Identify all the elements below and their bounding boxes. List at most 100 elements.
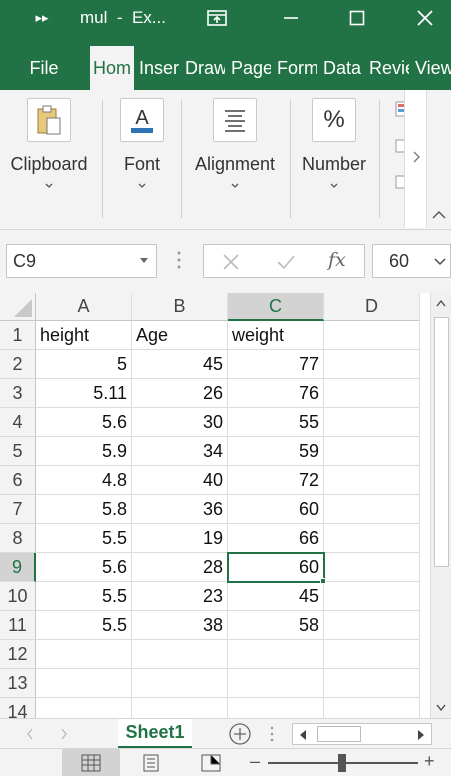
cell-c2[interactable]: 77: [228, 350, 324, 379]
next-sheet-icon[interactable]: [60, 728, 68, 740]
row-header-2[interactable]: 2: [0, 350, 36, 379]
column-header-d[interactable]: D: [324, 293, 420, 321]
cancel-x-icon[interactable]: [222, 253, 240, 271]
row-header-4[interactable]: 4: [0, 408, 36, 437]
row-header-12[interactable]: 12: [0, 640, 36, 669]
cell-c1[interactable]: weight: [228, 321, 324, 350]
cell-c14[interactable]: [228, 698, 324, 718]
minimize-button[interactable]: [274, 0, 308, 36]
quick-access-menu[interactable]: ▸▸: [28, 0, 56, 36]
cell-a6[interactable]: 4.8: [36, 466, 132, 495]
cell-c12[interactable]: [228, 640, 324, 669]
cell-b6[interactable]: 40: [132, 466, 228, 495]
cell-d1[interactable]: [324, 321, 420, 350]
tab-formulas[interactable]: Form: [275, 46, 317, 90]
cell-d14[interactable]: [324, 698, 420, 718]
prev-sheet-icon[interactable]: [26, 728, 34, 740]
cell-b14[interactable]: [132, 698, 228, 718]
cell-b12[interactable]: [132, 640, 228, 669]
more-options-icon[interactable]: [176, 250, 182, 270]
cell-a8[interactable]: 5.5: [36, 524, 132, 553]
row-header-8[interactable]: 8: [0, 524, 36, 553]
fill-handle[interactable]: [320, 578, 326, 584]
cell-a11[interactable]: 5.5: [36, 611, 132, 640]
cell-d5[interactable]: [324, 437, 420, 466]
cell-a3[interactable]: 5.11: [36, 379, 132, 408]
name-box[interactable]: C9: [6, 244, 157, 278]
row-header-9[interactable]: 9: [0, 553, 36, 582]
horizontal-scroll-thumb[interactable]: [317, 726, 361, 742]
column-header-b[interactable]: B: [132, 293, 228, 321]
cell-c13[interactable]: [228, 669, 324, 698]
tab-data[interactable]: Data: [321, 46, 363, 90]
cell-c4[interactable]: 55: [228, 408, 324, 437]
scroll-right-icon[interactable]: [417, 729, 425, 741]
cell-a5[interactable]: 5.9: [36, 437, 132, 466]
cell-b13[interactable]: [132, 669, 228, 698]
maximize-button[interactable]: [340, 0, 374, 36]
cell-a9[interactable]: 5.6: [36, 553, 132, 582]
normal-view-button[interactable]: [62, 749, 120, 776]
row-header-7[interactable]: 7: [0, 495, 36, 524]
tab-file[interactable]: File: [16, 46, 72, 90]
add-sheet-button[interactable]: [228, 722, 252, 746]
row-header-3[interactable]: 3: [0, 379, 36, 408]
select-all-corner[interactable]: [0, 293, 36, 321]
tab-draw[interactable]: Draw: [183, 46, 225, 90]
cell-b8[interactable]: 19: [132, 524, 228, 553]
alignment-group[interactable]: Alignment: [188, 96, 282, 216]
cell-d11[interactable]: [324, 611, 420, 640]
zoom-in-icon[interactable]: +: [424, 751, 435, 772]
clipboard-group[interactable]: Clipboard: [6, 96, 92, 216]
cell-b2[interactable]: 45: [132, 350, 228, 379]
ribbon-scroll-right-button[interactable]: [404, 90, 427, 228]
tab-insert[interactable]: Inser: [137, 46, 179, 90]
cell-a2[interactable]: 5: [36, 350, 132, 379]
zoom-slider-thumb[interactable]: [338, 754, 346, 772]
cell-a13[interactable]: [36, 669, 132, 698]
cell-c7[interactable]: 60: [228, 495, 324, 524]
cell-d6[interactable]: [324, 466, 420, 495]
cell-a7[interactable]: 5.8: [36, 495, 132, 524]
cell-c10[interactable]: 45: [228, 582, 324, 611]
scroll-up-icon[interactable]: [436, 299, 446, 307]
font-group[interactable]: A Font: [108, 96, 176, 216]
cell-c9[interactable]: 60: [227, 552, 325, 583]
cell-b3[interactable]: 26: [132, 379, 228, 408]
page-layout-view-button[interactable]: [122, 749, 180, 776]
ribbon-display-options-button[interactable]: [200, 0, 234, 36]
horizontal-scrollbar[interactable]: [292, 723, 432, 745]
cell-a12[interactable]: [36, 640, 132, 669]
spreadsheet-grid[interactable]: A B C D 1 height Age weight 2 5 45 77 3 5.11 26 76 4 5.6 3…: [0, 293, 430, 718]
row-header-6[interactable]: 6: [0, 466, 36, 495]
cell-a1[interactable]: height: [36, 321, 132, 350]
row-header-5[interactable]: 5: [0, 437, 36, 466]
page-break-view-button[interactable]: [182, 749, 240, 776]
cell-c11[interactable]: 58: [228, 611, 324, 640]
zoom-out-icon[interactable]: –: [250, 751, 260, 772]
row-header-14[interactable]: 14: [0, 698, 36, 718]
cell-b5[interactable]: 34: [132, 437, 228, 466]
cell-a14[interactable]: [36, 698, 132, 718]
cell-d12[interactable]: [324, 640, 420, 669]
insert-function-fx[interactable]: fx: [328, 249, 346, 271]
cell-d4[interactable]: [324, 408, 420, 437]
tab-review[interactable]: Revie: [367, 46, 409, 90]
formula-input[interactable]: 60: [372, 244, 451, 278]
cell-c5[interactable]: 59: [228, 437, 324, 466]
row-header-11[interactable]: 11: [0, 611, 36, 640]
cell-c3[interactable]: 76: [228, 379, 324, 408]
collapse-ribbon-button[interactable]: [430, 208, 450, 228]
close-button[interactable]: [408, 0, 442, 36]
cell-d9[interactable]: [324, 553, 420, 582]
scroll-left-icon[interactable]: [299, 729, 307, 741]
row-header-13[interactable]: 13: [0, 669, 36, 698]
number-group[interactable]: % Number: [296, 96, 372, 216]
row-header-1[interactable]: 1: [0, 321, 36, 350]
column-header-c[interactable]: C: [228, 293, 324, 321]
cell-b10[interactable]: 23: [132, 582, 228, 611]
cell-d10[interactable]: [324, 582, 420, 611]
vertical-scroll-thumb[interactable]: [434, 317, 449, 567]
cell-c6[interactable]: 72: [228, 466, 324, 495]
tab-home[interactable]: Hom: [90, 46, 134, 90]
